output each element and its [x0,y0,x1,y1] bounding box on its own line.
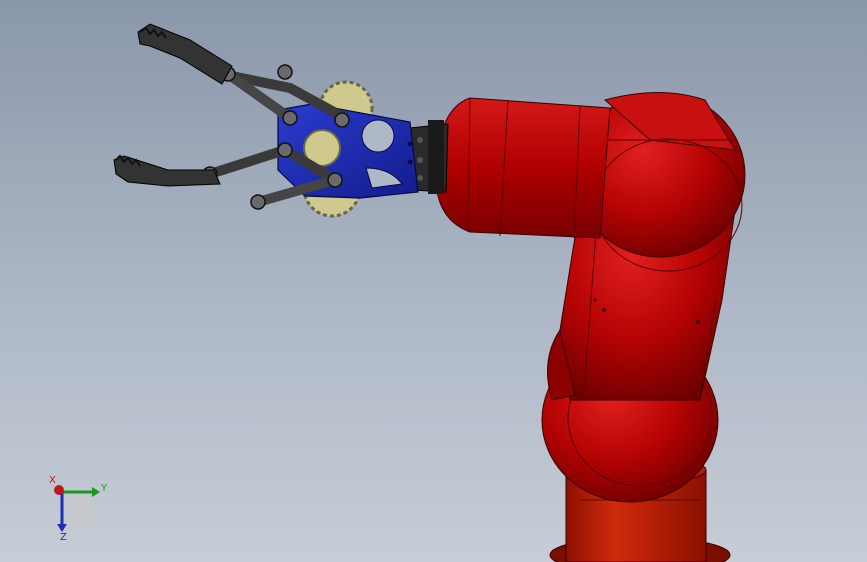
robot-arm-model[interactable] [0,0,867,562]
cad-3d-viewport[interactable]: X Y Z [0,0,867,562]
gripper-fingers [113,23,233,187]
orientation-triad[interactable]: X Y Z [40,472,120,552]
triad-x-label: X [49,475,56,486]
triad-z-label: Z [60,532,67,543]
robot-forearm [435,97,611,239]
triad-y-label: Y [101,483,108,494]
